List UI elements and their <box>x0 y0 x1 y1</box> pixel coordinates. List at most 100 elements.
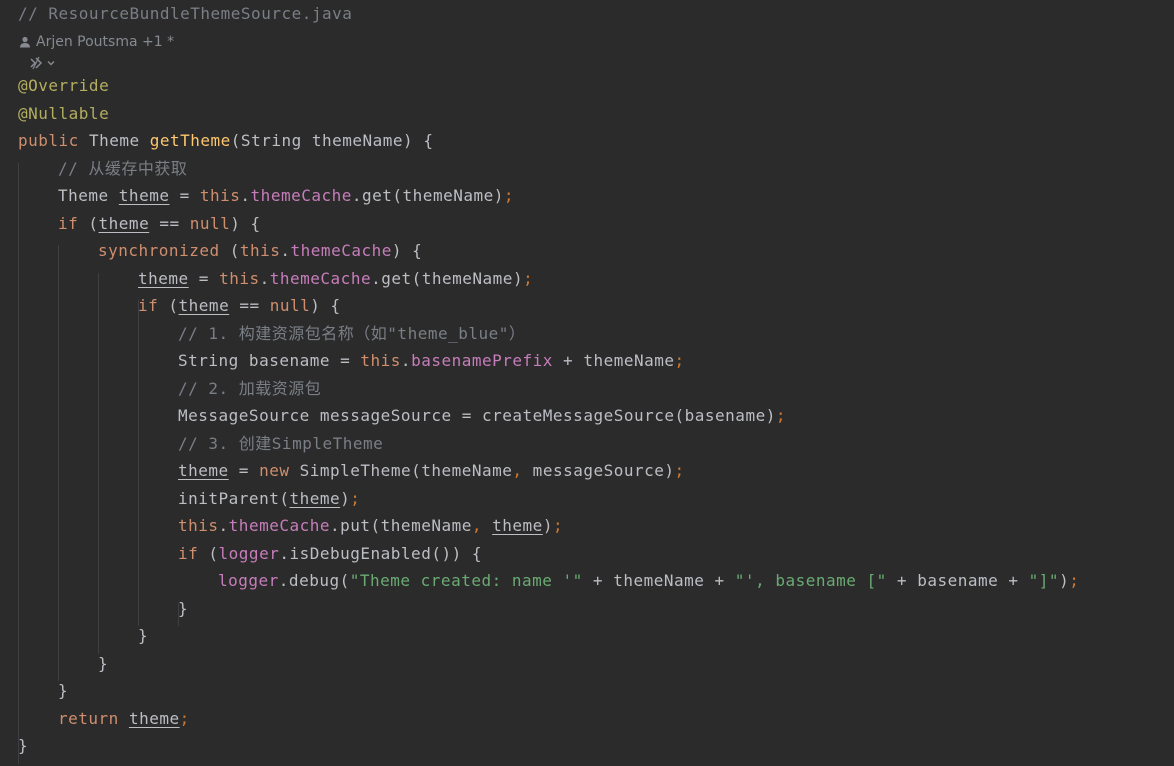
code-line[interactable]: // 1. 构建资源包名称（如"theme_blue"） <box>178 322 525 346</box>
code-token: new <box>259 461 290 480</box>
code-token: this <box>199 186 241 205</box>
code-token: . <box>400 351 412 370</box>
code-token: .get(themeName) <box>371 268 524 288</box>
code-token: theme <box>289 488 341 508</box>
code-token: return <box>58 708 119 728</box>
code-token: ) { <box>310 296 341 315</box>
code-token: theme <box>138 268 189 288</box>
code-line[interactable]: @Override <box>18 74 109 98</box>
code-line[interactable]: Theme theme = this.themeCache.get(themeN… <box>58 184 514 208</box>
code-line[interactable]: } <box>18 734 28 758</box>
code-line[interactable]: if (theme == null) { <box>138 294 341 318</box>
code-token: "Theme created: name '" <box>349 571 583 590</box>
code-token: if <box>58 213 79 233</box>
code-line[interactable]: // 3. 创建SimpleTheme <box>178 432 383 456</box>
code-token: themeCache <box>228 516 330 535</box>
code-token: // 1. 构建资源包名称（如"theme_blue"） <box>178 323 526 343</box>
code-editor[interactable]: // ResourceBundleThemeSource.java Arjen … <box>0 0 1174 766</box>
code-token: String basename = <box>178 351 361 370</box>
code-token: ; <box>1069 571 1080 590</box>
code-token: ; <box>523 268 534 288</box>
code-line[interactable]: this.themeCache.put(themeName, theme); <box>178 514 563 538</box>
code-line[interactable]: return theme; <box>58 707 190 731</box>
code-line[interactable]: // 2. 加载资源包 <box>178 377 321 401</box>
file-name-comment: // ResourceBundleThemeSource.java <box>18 4 353 23</box>
code-line[interactable]: theme = this.themeCache.get(themeName); <box>138 267 533 291</box>
code-token: } <box>178 598 189 618</box>
code-token: ; <box>503 186 515 205</box>
code-line[interactable]: if (logger.isDebugEnabled()) { <box>178 542 482 566</box>
code-line[interactable]: String basename = this.basenamePrefix + … <box>178 349 685 373</box>
code-token: ( <box>78 213 99 233</box>
code-token: . <box>240 186 251 205</box>
code-line[interactable]: public Theme getTheme(String themeName) … <box>18 129 433 153</box>
indent-guide <box>58 245 59 681</box>
author-hint-text: Arjen Poutsma +1 * <box>36 34 175 50</box>
code-token: themeCache <box>290 241 392 260</box>
code-token: getTheme <box>149 131 231 150</box>
code-token: } <box>138 626 149 645</box>
author-hint[interactable]: Arjen Poutsma +1 * <box>18 32 174 52</box>
code-line[interactable]: MessageSource messageSource = createMess… <box>178 404 786 428</box>
code-token: basenamePrefix <box>411 351 553 370</box>
code-token: , <box>471 516 482 535</box>
person-icon <box>20 36 30 48</box>
code-token: theme <box>128 708 180 728</box>
code-line[interactable]: synchronized (this.themeCache) { <box>98 239 422 263</box>
indent-guide <box>18 162 19 764</box>
code-token: // 从缓存中获取 <box>58 158 188 178</box>
code-token: .debug( <box>278 571 350 590</box>
code-token: this <box>360 351 401 370</box>
code-token: Theme <box>58 186 119 205</box>
code-line[interactable]: } <box>58 679 68 703</box>
code-token: theme <box>492 516 543 535</box>
code-token: + themeName <box>552 351 675 370</box>
code-token: + basename + <box>886 571 1029 590</box>
code-token: = <box>228 461 260 480</box>
code-token: initParent( <box>178 488 290 508</box>
code-token: } <box>98 653 109 673</box>
code-token: = <box>188 268 220 288</box>
code-token: ( <box>158 296 179 315</box>
code-token: ; <box>674 461 685 480</box>
indent-guide <box>98 272 99 654</box>
code-token: ; <box>674 351 685 370</box>
code-token: theme <box>98 213 150 233</box>
chevron-down-icon <box>47 61 55 66</box>
code-token: Theme <box>88 131 150 150</box>
code-token: null <box>269 296 311 315</box>
code-token: ( <box>198 543 219 563</box>
code-token: synchronized <box>98 241 220 260</box>
code-vision-inlay[interactable] <box>28 53 56 73</box>
code-line[interactable]: if (theme == null) { <box>58 212 261 236</box>
code-line[interactable]: } <box>138 624 148 648</box>
indent-guide <box>138 300 139 626</box>
code-token: } <box>18 736 29 755</box>
code-token: ; <box>350 488 361 508</box>
code-token: if <box>138 296 159 315</box>
code-token: .put(themeName <box>330 516 472 535</box>
code-token: null <box>189 213 231 233</box>
code-token: theme <box>178 296 230 315</box>
code-token: public <box>18 131 89 150</box>
code-token: if <box>178 543 199 563</box>
code-token: == <box>149 213 190 233</box>
code-token: } <box>58 681 69 700</box>
code-token: theme <box>118 186 170 205</box>
code-token: SimpleTheme(themeName <box>289 461 513 480</box>
code-line[interactable]: initParent(theme); <box>178 487 360 511</box>
code-line[interactable]: @Nullable <box>18 102 109 126</box>
code-token: themeCache <box>250 186 352 205</box>
code-token: messageSource) <box>522 461 675 480</box>
code-line[interactable]: // 从缓存中获取 <box>58 157 187 181</box>
code-line[interactable]: } <box>98 652 108 676</box>
code-token: .get(themeName) <box>351 186 504 205</box>
code-token: "', basename [" <box>734 571 887 590</box>
code-token: ; <box>775 406 786 425</box>
code-token: . <box>218 516 229 535</box>
code-token: logger <box>218 543 280 563</box>
code-line[interactable]: theme = new SimpleTheme(themeName, messa… <box>178 459 685 483</box>
code-line[interactable]: logger.debug("Theme created: name '" + t… <box>218 569 1079 593</box>
code-line[interactable]: } <box>178 597 188 621</box>
